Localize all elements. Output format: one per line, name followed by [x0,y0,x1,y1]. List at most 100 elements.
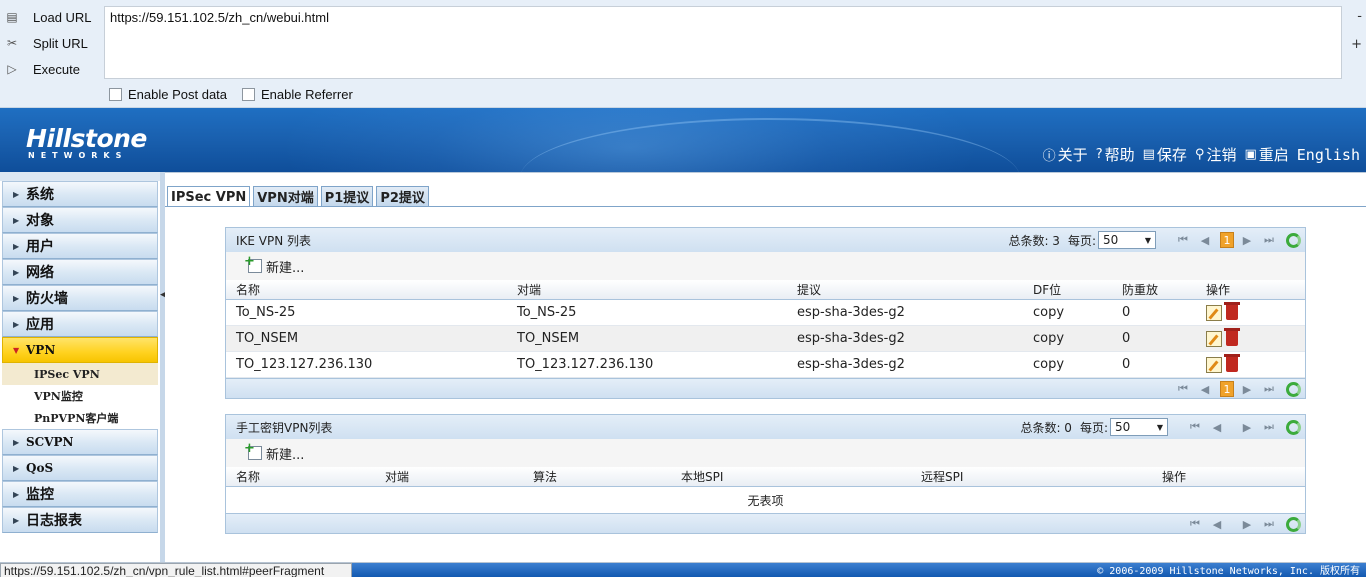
cell-name: TO_NSEM [236,331,299,346]
delete-icon[interactable] [1224,354,1240,372]
table-row[interactable]: TO_NSEM TO_NSEM esp-sha-3des-g2 copy 0 [226,326,1305,352]
sidebar-item-application[interactable]: ▶ 应用 [2,311,158,337]
cell-df-bit: copy [1033,331,1065,346]
manual-per-page-label: 每页: [1079,420,1108,435]
tab-p1-proposal[interactable]: P1提议 [320,186,374,206]
ike-toolbar: 新建... [226,252,1305,280]
first-page-icon[interactable]: ⏮ [1186,420,1204,434]
english-link[interactable]: English [1297,144,1360,165]
restart-link[interactable]: ▣ 重启 [1244,144,1288,165]
cell-name: TO_123.127.236.130 [236,357,373,372]
save-link[interactable]: ▤ 保存 [1143,144,1187,165]
tab-p2-proposal[interactable]: P2提议 [376,186,429,206]
about-link[interactable]: ⓘ 关于 [1043,144,1088,165]
tab-vpn-peer[interactable]: VPN对端 [253,186,318,206]
enable-post-checkbox[interactable] [109,88,122,101]
chevron-right-icon: ▶ [13,515,20,525]
ike-per-page-select[interactable]: 50 ▼ [1098,231,1156,249]
tab-ipsec-vpn[interactable]: IPSec VPN [167,186,251,207]
cell-anti-replay: 0 [1122,357,1131,372]
last-page-icon[interactable]: ⏭ [1260,420,1278,434]
decrease-button[interactable]: - [1357,9,1362,24]
sidebar-subitem-vpn-monitor[interactable]: VPN监控 [2,385,158,407]
sidebar-item-firewall[interactable]: ▶ 防火墙 [2,285,158,311]
delete-icon[interactable] [1224,302,1240,320]
first-page-icon[interactable]: ⏮ [1174,233,1192,247]
ike-panel-header: IKE VPN 列表 总条数: 3 每页: 50 ▼ ⏮ ◀ 1 ▶ ⏭ [226,228,1305,252]
sidebar-subitem-ipsec-vpn[interactable]: IPSec VPN [2,363,158,385]
cell-df-bit: copy [1033,357,1065,372]
chevron-right-icon: ▶ [13,489,20,499]
help-label: 帮助 [1104,146,1135,164]
table-row[interactable]: To_NS-25 To_NS-25 esp-sha-3des-g2 copy 0 [226,300,1305,326]
sidebar-item-network[interactable]: ▶ 网络 [2,259,158,285]
chevron-right-icon: ▶ [13,319,20,329]
prev-page-icon[interactable]: ◀ [1208,518,1226,531]
sidebar-top-strip [0,172,163,181]
next-page-icon[interactable]: ▶ [1238,421,1256,434]
sidebar-item-log-report[interactable]: ▶ 日志报表 [2,507,158,533]
chevron-right-icon: ▶ [13,241,20,251]
execute-button[interactable]: ▷ Execute [0,57,100,81]
last-page-icon[interactable]: ⏭ [1260,233,1278,247]
cell-name: To_NS-25 [236,305,296,320]
ike-total-count: 总条数: 3 [1008,233,1060,248]
increase-button[interactable]: + [1351,37,1362,52]
next-page-icon[interactable]: ▶ [1238,383,1256,396]
table-row[interactable]: TO_123.127.236.130 TO_123.127.236.130 es… [226,352,1305,378]
help-link[interactable]: ? 帮助 [1096,144,1135,165]
manual-new-button[interactable]: 新建... [244,441,305,463]
sidebar-item-users[interactable]: ▶ 用户 [2,233,158,259]
logout-link[interactable]: ⚲ 注销 [1195,144,1237,165]
enable-referrer-checkbox[interactable] [242,88,255,101]
edit-icon[interactable] [1206,330,1222,347]
hackbar: ▤ Load URL ✂ Split URL ▷ Execute https:/… [0,0,1366,108]
sidebar-subitem-pnpvpn-client[interactable]: PnPVPN客户端 [2,407,158,429]
restart-label: 重启 [1258,146,1289,164]
prev-page-icon[interactable]: ◀ [1196,234,1214,247]
first-page-icon[interactable]: ⏮ [1174,382,1192,396]
col-remote-spi: 远程SPI [921,470,964,484]
sidebar-item-scvpn[interactable]: ▶ SCVPN [2,429,158,455]
tab-divider [165,206,1366,207]
dropdown-arrow-icon: ▼ [1156,422,1163,432]
url-textarea[interactable]: https://59.151.102.5/zh_cn/webui.html [104,6,1342,79]
sidebar-item-system[interactable]: ▶ 系统 [2,181,158,207]
col-name: 名称 [236,283,261,297]
chevron-right-icon: ▶ [13,463,20,473]
sidebar-item-monitor[interactable]: ▶ 监控 [2,481,158,507]
col-local-spi: 本地SPI [681,470,724,484]
chevron-right-icon: ▶ [13,293,20,303]
chevron-right-icon: ▶ [13,189,20,199]
sidebar-item-vpn[interactable]: ▼ VPN [2,337,158,363]
add-icon [244,441,262,460]
save-icon: ▤ [1142,147,1155,162]
last-page-icon[interactable]: ⏭ [1260,517,1278,531]
manual-per-page-select[interactable]: 50 ▼ [1110,418,1168,436]
refresh-icon[interactable] [1286,516,1301,532]
next-page-icon[interactable]: ▶ [1238,518,1256,531]
last-page-icon[interactable]: ⏭ [1260,382,1278,396]
refresh-icon[interactable] [1286,419,1301,435]
refresh-icon[interactable] [1286,381,1301,397]
split-url-button[interactable]: ✂ Split URL [0,31,100,55]
ike-panel-footer: ⏮ ◀ 1 ▶ ⏭ [226,378,1305,398]
cell-df-bit: copy [1033,305,1065,320]
cell-peer: To_NS-25 [517,305,577,320]
first-page-icon[interactable]: ⏮ [1186,517,1204,531]
ike-new-button[interactable]: 新建... [244,254,304,276]
edit-icon[interactable] [1206,356,1222,373]
edit-icon[interactable] [1206,304,1222,321]
prev-page-icon[interactable]: ◀ [1196,383,1214,396]
prev-page-icon[interactable]: ◀ [1208,421,1226,434]
refresh-icon[interactable] [1286,232,1301,248]
sidebar-item-qos[interactable]: ▶ QoS [2,455,158,481]
manual-new-label: 新建... [266,447,305,463]
delete-icon[interactable] [1224,328,1240,346]
sidebar-item-objects[interactable]: ▶ 对象 [2,207,158,233]
next-page-icon[interactable]: ▶ [1238,234,1256,247]
chevron-right-icon: ▶ [13,267,20,277]
load-url-button[interactable]: ▤ Load URL [0,5,100,29]
ike-pager-bottom: ⏮ ◀ 1 ▶ ⏭ [1170,379,1301,399]
sidebar: ▶ 系统 ▶ 对象 ▶ 用户 ▶ 网络 ▶ 防火墙 ▶ 应用 ▼ VPN IPSec VPN … [0,172,164,562]
